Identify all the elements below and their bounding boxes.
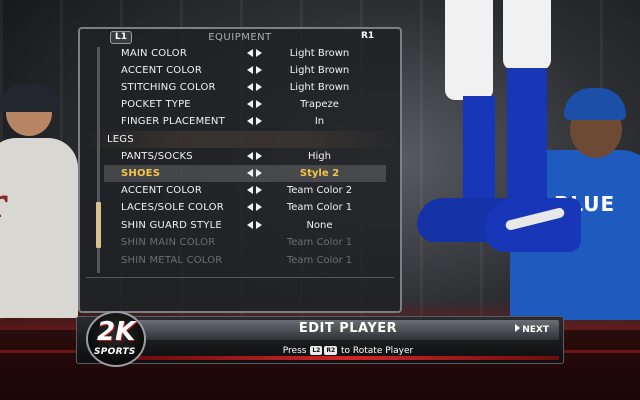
player-pants-right bbox=[503, 0, 551, 70]
option-label: PANTS/SOCKS bbox=[121, 151, 193, 162]
option-label: STITCHING COLOR bbox=[121, 82, 216, 93]
arrow-left-icon bbox=[247, 152, 253, 160]
next-button[interactable]: NEXT bbox=[515, 324, 549, 335]
option-row-pants-socks[interactable]: PANTS/SOCKS High bbox=[80, 148, 400, 165]
option-row-shoes[interactable]: SHOES Style 2 bbox=[104, 165, 386, 182]
option-label: SHIN MAIN COLOR bbox=[121, 237, 216, 248]
option-row-pocket-type[interactable]: POCKET TYPE Trapeze bbox=[80, 96, 400, 113]
player-sock-right bbox=[507, 68, 547, 208]
option-label: SHOES bbox=[121, 168, 161, 179]
arrow-selector[interactable] bbox=[247, 62, 267, 79]
hint-suffix: to Rotate Player bbox=[341, 346, 414, 356]
arrow-selector[interactable] bbox=[247, 45, 267, 62]
option-label: MAIN COLOR bbox=[121, 48, 187, 59]
arrow-right-icon bbox=[256, 117, 262, 125]
option-value: In bbox=[314, 116, 325, 127]
section-header-legs: LEGS bbox=[80, 131, 400, 148]
option-label: LACES/SOLE COLOR bbox=[121, 202, 224, 213]
option-label: FINGER PLACEMENT bbox=[121, 116, 225, 127]
option-row-stitching-color[interactable]: STITCHING COLOR Light Brown bbox=[80, 79, 400, 96]
l2-key-icon: L2 bbox=[310, 346, 323, 355]
option-value: Light Brown bbox=[289, 48, 350, 59]
option-value: High bbox=[308, 151, 331, 162]
option-label: ACCENT COLOR bbox=[121, 65, 203, 76]
option-value: Team Color 2 bbox=[286, 185, 353, 196]
option-value: Style 2 bbox=[299, 168, 340, 179]
option-value: Light Brown bbox=[289, 65, 350, 76]
arrow-right-icon bbox=[256, 100, 262, 108]
arrow-left-icon bbox=[247, 66, 253, 74]
arrow-selector[interactable] bbox=[247, 182, 267, 199]
rotate-hint: Press L2 R2 to Rotate Player bbox=[137, 346, 559, 356]
section-label: LEGS bbox=[107, 134, 134, 145]
arrow-left-icon bbox=[247, 100, 253, 108]
arrow-right-icon bbox=[256, 83, 262, 91]
edit-player-bar: EDIT PLAYER NEXT Press L2 R2 to Rotate Pl… bbox=[76, 316, 564, 364]
option-label: ACCENT COLOR bbox=[121, 185, 203, 196]
arrow-left-icon bbox=[247, 169, 253, 177]
option-row-shin-guard-style[interactable]: SHIN GUARD STYLE None bbox=[80, 217, 400, 234]
logo-brand: 2K bbox=[97, 317, 136, 347]
arrow-left-icon bbox=[247, 117, 253, 125]
background-player-left: r bbox=[0, 80, 86, 330]
arrow-right-icon bbox=[256, 169, 262, 177]
option-value: Light Brown bbox=[289, 82, 350, 93]
player-sock-left bbox=[463, 96, 495, 206]
left-player-jersey bbox=[0, 138, 78, 318]
arrow-left-icon bbox=[247, 49, 253, 57]
arrow-right-icon bbox=[256, 49, 262, 57]
option-row-accent-color[interactable]: ACCENT COLOR Light Brown bbox=[80, 62, 400, 79]
edited-player-model[interactable] bbox=[415, 0, 581, 270]
player-shoe-right bbox=[485, 198, 581, 252]
arrow-selector[interactable] bbox=[247, 79, 267, 96]
arrow-selector[interactable] bbox=[247, 217, 267, 234]
arrow-right-icon bbox=[256, 152, 262, 160]
screen-title: EDIT PLAYER bbox=[298, 321, 398, 336]
option-label: POCKET TYPE bbox=[121, 99, 191, 110]
panel-footer bbox=[86, 277, 394, 307]
option-label: SHIN GUARD STYLE bbox=[121, 220, 222, 231]
option-row-main-color[interactable]: MAIN COLOR Light Brown bbox=[80, 45, 400, 62]
option-value: Trapeze bbox=[300, 99, 339, 110]
2k-sports-logo: 2K SPORTS bbox=[86, 311, 146, 367]
option-value: None bbox=[306, 220, 333, 231]
option-value: Team Color 1 bbox=[286, 255, 353, 266]
option-value: Team Color 1 bbox=[286, 202, 353, 213]
arrow-left-icon bbox=[247, 203, 253, 211]
left-player-jersey-letter: r bbox=[0, 180, 7, 227]
arrow-left-icon bbox=[247, 83, 253, 91]
option-row-shin-main-color: SHIN MAIN COLOR Team Color 1 bbox=[80, 234, 400, 251]
arrow-right-icon bbox=[256, 221, 262, 229]
player-pants-left bbox=[445, 0, 493, 100]
r2-key-icon: R2 bbox=[324, 346, 338, 355]
option-row-finger-placement[interactable]: FINGER PLACEMENT In bbox=[80, 113, 400, 130]
left-player-helmet bbox=[0, 84, 60, 112]
arrow-right-icon bbox=[256, 66, 262, 74]
equipment-panel: L1 EQUIPMENT R1 MAIN COLOR Light Brown A… bbox=[78, 27, 402, 313]
option-value: Team Color 1 bbox=[286, 237, 353, 248]
option-row-shoe-accent-color[interactable]: ACCENT COLOR Team Color 2 bbox=[80, 182, 400, 199]
arrow-right-icon bbox=[256, 186, 262, 194]
arrow-selector[interactable] bbox=[247, 148, 267, 165]
logo-sub: SPORTS bbox=[94, 347, 136, 357]
arrow-right-icon bbox=[256, 203, 262, 211]
arrow-selector[interactable] bbox=[247, 113, 267, 130]
option-label: SHIN METAL COLOR bbox=[121, 255, 223, 266]
option-row-shin-metal-color: SHIN METAL COLOR Team Color 1 bbox=[80, 252, 400, 269]
arrow-left-icon bbox=[247, 221, 253, 229]
arrow-selector[interactable] bbox=[247, 96, 267, 113]
panel-title: EQUIPMENT bbox=[208, 32, 272, 43]
r1-shoulder-button[interactable]: R1 bbox=[357, 31, 378, 44]
arrow-selector[interactable] bbox=[247, 165, 267, 182]
option-row-laces-sole-color[interactable]: LACES/SOLE COLOR Team Color 1 bbox=[80, 199, 400, 216]
arrow-left-icon bbox=[247, 186, 253, 194]
hint-prefix: Press bbox=[282, 346, 307, 356]
bar-red-accent bbox=[137, 356, 559, 360]
arrow-selector[interactable] bbox=[247, 199, 267, 216]
